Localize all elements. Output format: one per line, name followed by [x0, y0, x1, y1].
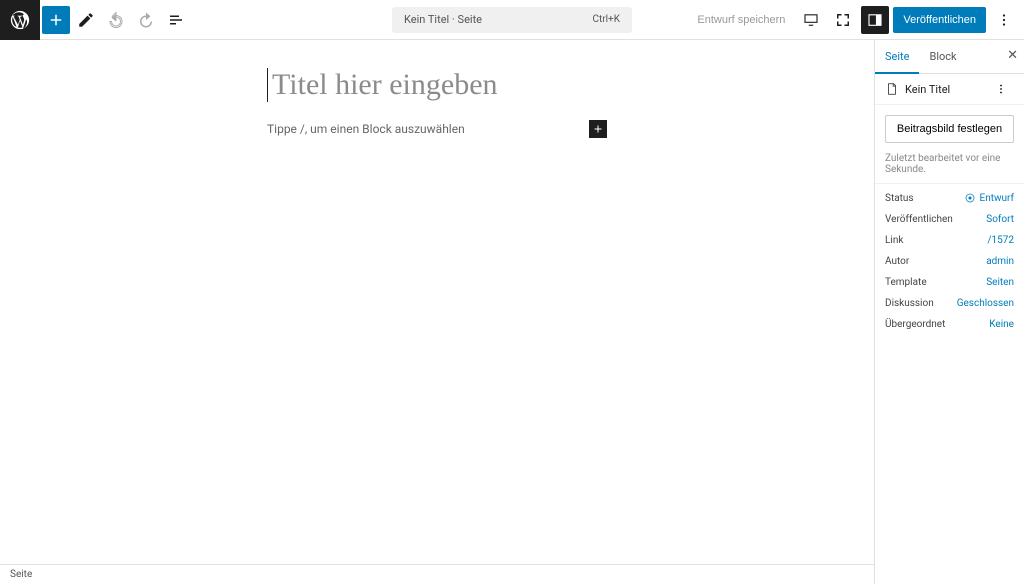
publish-label: Veröffentlichen — [885, 214, 953, 225]
settings-sidebar: Seite Block ✕ Kein Titel Beitragsbild fe… — [874, 40, 1024, 584]
status-icon — [964, 192, 976, 204]
editor-footer: Seite — [0, 564, 874, 584]
inline-add-block-button[interactable] — [589, 120, 607, 138]
sidebar-icon — [866, 11, 884, 29]
kebab-icon — [995, 11, 1013, 29]
close-sidebar-button[interactable]: ✕ — [1007, 48, 1018, 63]
breadcrumb[interactable]: Seite — [10, 569, 32, 580]
editor-canvas[interactable]: Titel hier eingeben Tippe /, um einen Bl… — [0, 40, 874, 564]
template-value[interactable]: Seiten — [986, 277, 1014, 288]
more-options-button[interactable] — [990, 6, 1018, 34]
status-value[interactable]: Entwurf — [964, 192, 1014, 204]
parent-value[interactable]: Keine — [989, 319, 1014, 330]
page-meta: Status Entwurf Veröffentlichen Sofort Li… — [875, 184, 1024, 338]
wordpress-logo[interactable] — [0, 0, 40, 40]
toolbar-left — [0, 0, 190, 40]
publish-value[interactable]: Sofort — [986, 214, 1014, 225]
page-icon — [885, 82, 899, 96]
author-label: Autor — [885, 256, 909, 267]
redo-icon — [137, 11, 155, 29]
featured-image-button[interactable]: Beitragsbild festlegen — [885, 115, 1014, 143]
document-bar[interactable]: Kein Titel · Seite Ctrl+K — [392, 7, 632, 33]
publish-button[interactable]: Veröffentlichen — [893, 7, 986, 33]
desktop-icon — [802, 11, 820, 29]
shortcut-hint: Ctrl+K — [592, 14, 620, 25]
plus-icon — [47, 11, 65, 29]
add-block-toolbar-button[interactable] — [42, 6, 70, 34]
template-label: Template — [885, 277, 927, 288]
parent-label: Übergeordnet — [885, 319, 945, 330]
panel-header[interactable]: Kein Titel — [875, 74, 1024, 105]
editor-area: Titel hier eingeben Tippe /, um einen Bl… — [0, 40, 874, 584]
fullscreen-button[interactable] — [829, 6, 857, 34]
author-value[interactable]: admin — [986, 256, 1014, 267]
toolbar-right: Entwurf speichern Veröffentlichen — [689, 6, 1018, 34]
plus-icon — [592, 123, 604, 135]
save-draft-button[interactable]: Entwurf speichern — [689, 8, 793, 32]
tab-block[interactable]: Block — [919, 40, 966, 73]
top-toolbar: Kein Titel · Seite Ctrl+K Entwurf speich… — [0, 0, 1024, 40]
redo-button[interactable] — [132, 6, 160, 34]
document-overview-button[interactable] — [162, 6, 190, 34]
wordpress-icon — [9, 9, 31, 31]
settings-sidebar-button[interactable] — [861, 6, 889, 34]
last-edited-text: Zuletzt bearbeitet vor eine Sekunde. — [875, 153, 1024, 184]
link-value[interactable]: /1572 — [987, 235, 1014, 246]
sidebar-tabs: Seite Block ✕ — [875, 40, 1024, 74]
post-title-input[interactable]: Titel hier eingeben — [267, 68, 607, 102]
list-icon — [167, 11, 185, 29]
pencil-icon — [77, 11, 95, 29]
undo-icon — [107, 11, 125, 29]
block-prompt[interactable]: Tippe /, um einen Block auszuwählen — [267, 122, 465, 136]
status-label: Status — [885, 193, 914, 204]
kebab-icon[interactable] — [994, 82, 1008, 96]
toolbar-center: Kein Titel · Seite Ctrl+K — [392, 7, 632, 33]
panel-title: Kein Titel — [905, 83, 994, 96]
discussion-label: Diskussion — [885, 298, 934, 309]
tab-page[interactable]: Seite — [875, 41, 919, 74]
edit-mode-button[interactable] — [72, 6, 100, 34]
fullscreen-icon — [834, 11, 852, 29]
view-button[interactable] — [797, 6, 825, 34]
discussion-value[interactable]: Geschlossen — [957, 298, 1014, 309]
document-title: Kein Titel · Seite — [404, 13, 482, 26]
undo-button[interactable] — [102, 6, 130, 34]
link-label: Link — [885, 235, 903, 246]
